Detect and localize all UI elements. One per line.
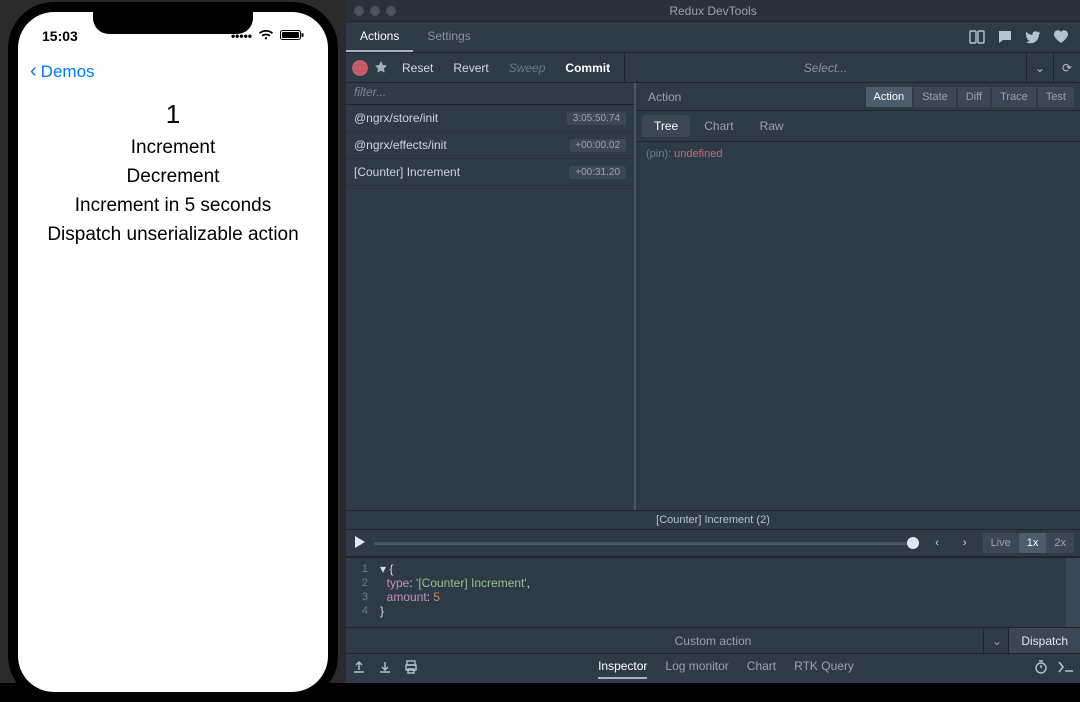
bottom-tab-rtk[interactable]: RTK Query — [794, 659, 854, 679]
sub-tab-raw[interactable]: Raw — [748, 115, 796, 137]
window-title: Redux DevTools — [669, 4, 756, 18]
editor-scrollbar[interactable] — [1066, 558, 1080, 627]
speed-live[interactable]: Live — [983, 533, 1019, 553]
playback-slider[interactable] — [374, 542, 919, 545]
action-timestamp: +00:31.20 — [569, 166, 626, 179]
speed-1x[interactable]: 1x — [1019, 533, 1047, 553]
counter-value: 1 — [30, 99, 316, 130]
selector-placeholder: Select... — [804, 61, 847, 75]
filter-input[interactable]: filter... — [346, 83, 634, 105]
view-tab-trace[interactable]: Trace — [992, 87, 1036, 107]
action-row[interactable]: @ngrx/effects/init +00:00.02 — [346, 132, 634, 159]
record-icon[interactable] — [352, 60, 368, 76]
battery-icon — [280, 29, 304, 44]
window-titlebar: Redux DevTools — [346, 0, 1080, 22]
pin-label: (pin): — [646, 148, 671, 160]
console-icon[interactable] — [1058, 660, 1074, 677]
instance-selector[interactable]: Select... — [624, 53, 1026, 83]
bottom-tab-inspector[interactable]: Inspector — [598, 659, 647, 679]
traffic-light-min[interactable] — [370, 6, 380, 16]
view-tab-state[interactable]: State — [914, 87, 956, 107]
chevron-down-icon: ⌄ — [992, 634, 1002, 648]
nav-back-button[interactable]: ‹ Demos — [18, 50, 328, 93]
step-forward-button[interactable]: › — [955, 533, 975, 553]
phone-notch — [93, 12, 253, 34]
phone-simulator: 15:03 ••••• ‹ Demos — [0, 0, 346, 683]
chevron-left-icon: ‹ — [30, 60, 37, 83]
timer-icon[interactable] — [1034, 660, 1048, 677]
docs-icon[interactable] — [968, 28, 986, 46]
view-tab-diff[interactable]: Diff — [958, 87, 990, 107]
pin-icon[interactable] — [372, 59, 390, 77]
bottom-tab-chart[interactable]: Chart — [747, 659, 776, 679]
code-area[interactable]: ▾ { type: '[Counter] Increment', amount:… — [374, 558, 536, 627]
action-name: @ngrx/store/init — [354, 111, 438, 125]
speed-2x[interactable]: 2x — [1046, 533, 1074, 553]
traffic-light-close[interactable] — [354, 6, 364, 16]
actions-pane: filter... @ngrx/store/init 3:05:50.74 @n… — [346, 83, 636, 510]
custom-action-label: Custom action — [675, 634, 752, 648]
view-tab-action[interactable]: Action — [866, 87, 913, 107]
revert-button[interactable]: Revert — [445, 57, 496, 79]
dispatch-button[interactable]: Dispatch — [1008, 628, 1080, 653]
slider-handle[interactable] — [907, 537, 919, 549]
increment-button[interactable]: Increment — [30, 137, 316, 159]
custom-action-dropdown[interactable]: ⌄ — [983, 628, 1010, 653]
decrement-button[interactable]: Decrement — [30, 166, 316, 188]
tree-view[interactable]: (pin): undefined — [636, 142, 1080, 510]
tab-settings[interactable]: Settings — [413, 22, 484, 52]
action-timestamp: 3:05:50.74 — [567, 112, 626, 125]
wifi-icon — [258, 29, 274, 44]
sub-tab-tree[interactable]: Tree — [642, 115, 690, 137]
devtools-window: Redux DevTools Actions Settings Reset Re… — [346, 0, 1080, 683]
sub-tab-chart[interactable]: Chart — [692, 115, 745, 137]
refresh-icon: ⟳ — [1062, 61, 1072, 75]
action-editor[interactable]: 1 2 3 4 ▾ { type: '[Counter] Increment',… — [346, 557, 1080, 627]
view-tab-test[interactable]: Test — [1038, 87, 1074, 107]
playbar-action-label: [Counter] Increment (2) — [346, 510, 1080, 529]
sweep-button[interactable]: Sweep — [501, 57, 554, 79]
import-icon[interactable] — [378, 660, 392, 677]
commit-button[interactable]: Commit — [557, 57, 618, 79]
action-timestamp: +00:00.02 — [569, 139, 626, 152]
pin-value: undefined — [674, 148, 722, 160]
play-button[interactable] — [352, 535, 366, 552]
action-name: [Counter] Increment — [354, 165, 460, 179]
line-gutter: 1 2 3 4 — [346, 558, 374, 627]
twitter-icon[interactable] — [1024, 28, 1042, 46]
traffic-light-max[interactable] — [386, 6, 396, 16]
chat-icon[interactable] — [996, 28, 1014, 46]
reset-button[interactable]: Reset — [394, 57, 441, 79]
print-icon[interactable] — [404, 660, 418, 677]
bottom-tab-log[interactable]: Log monitor — [665, 659, 728, 679]
increment-delayed-button[interactable]: Increment in 5 seconds — [30, 195, 316, 217]
detail-title: Action — [642, 90, 681, 104]
nav-back-label: Demos — [41, 62, 95, 82]
chevron-down-icon: ⌄ — [1035, 61, 1045, 75]
detail-pane: Action Action State Diff Trace Test Tree… — [636, 83, 1080, 510]
heart-icon[interactable] — [1052, 28, 1070, 46]
export-icon[interactable] — [352, 660, 366, 677]
action-row[interactable]: @ngrx/store/init 3:05:50.74 — [346, 105, 634, 132]
action-name: @ngrx/effects/init — [354, 138, 447, 152]
tab-actions[interactable]: Actions — [346, 22, 413, 52]
sync-button[interactable]: ⟳ — [1053, 53, 1080, 83]
step-back-button[interactable]: ‹ — [927, 533, 947, 553]
selector-caret[interactable]: ⌄ — [1026, 53, 1053, 83]
action-row[interactable]: [Counter] Increment +00:31.20 — [346, 159, 634, 186]
dispatch-unserializable-button[interactable]: Dispatch unserializable action — [30, 224, 316, 246]
clock-label: 15:03 — [42, 28, 78, 44]
